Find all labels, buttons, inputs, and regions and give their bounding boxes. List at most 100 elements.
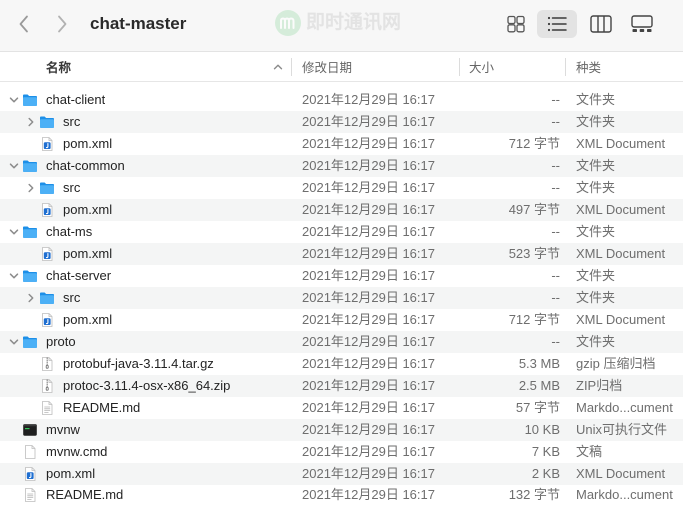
file-size: 7 KB (531, 444, 560, 459)
disclosure-chevron-right-icon[interactable] (25, 116, 37, 128)
file-size: 10 KB (524, 422, 560, 437)
file-name: pom.xml (63, 246, 113, 261)
file-name: README.md (63, 400, 141, 415)
file-kind: Markdo...cument (576, 487, 673, 502)
modified-date: 2021年12月29日 16:17 (302, 356, 435, 371)
modified-date: 2021年12月29日 16:17 (302, 136, 435, 151)
file-kind: Markdo...cument (576, 400, 673, 415)
name-cell: mvnw.cmd (0, 444, 291, 460)
disclosure-chevron-down-icon[interactable] (8, 270, 20, 282)
disclosure-chevron-down-icon[interactable] (8, 160, 20, 172)
column-header-size[interactable]: 大小 (459, 52, 565, 81)
list-row[interactable]: README.md 2021年12月29日 16:17 132 字节 Markdo..… (0, 485, 683, 505)
file-kind: 文件夹 (576, 158, 616, 173)
name-cell: pom.xml (0, 246, 291, 262)
file-kind: Unix可执行文件 (576, 422, 668, 437)
xml-file-icon (22, 466, 38, 482)
modified-date: 2021年12月29日 16:17 (302, 334, 435, 349)
list-row[interactable]: src 2021年12月29日 16:17 -- 文件夹 (0, 177, 683, 199)
file-name: proto (46, 334, 76, 349)
file-kind: gzip 压缩归档 (576, 356, 656, 371)
name-cell: pom.xml (0, 466, 291, 482)
file-size: -- (551, 334, 560, 349)
list-row[interactable]: chat-client 2021年12月29日 16:17 -- 文件夹 (0, 89, 683, 111)
disclosure-chevron-right-icon[interactable] (25, 182, 37, 194)
file-kind: ZIP归档 (576, 378, 623, 393)
list-row[interactable]: pom.xml 2021年12月29日 16:17 523 字节 XML Docume… (0, 243, 683, 265)
disclosure-chevron-down-icon[interactable] (8, 226, 20, 238)
file-size: -- (551, 114, 560, 129)
file-name: chat-client (46, 92, 106, 107)
list-row[interactable]: mvnw 2021年12月29日 16:17 10 KB Unix可执行文件 (0, 419, 683, 441)
icon-view-button[interactable] (496, 10, 536, 38)
list-view-button[interactable] (537, 10, 577, 38)
file-name: mvnw (46, 422, 80, 437)
file-size: 712 字节 (508, 136, 560, 151)
list-row[interactable]: proto 2021年12月29日 16:17 -- 文件夹 (0, 331, 683, 353)
file-size: 2.5 MB (518, 378, 560, 393)
column-header-modified[interactable]: 修改日期 (291, 52, 459, 81)
name-cell: chat-ms (0, 224, 291, 240)
list-row[interactable]: chat-ms 2021年12月29日 16:17 -- 文件夹 (0, 221, 683, 243)
list-row[interactable]: protoc-3.11.4-osx-x86_64.zip 2021年12月29日 … (0, 375, 683, 397)
column-view-button[interactable] (581, 10, 621, 38)
file-kind: 文件夹 (576, 334, 616, 349)
forward-button[interactable] (50, 12, 74, 36)
list-row[interactable]: mvnw.cmd 2021年12月29日 16:17 7 KB 文稿 (0, 441, 683, 463)
watermark-logo: 即时通讯网 (274, 9, 401, 37)
list-row[interactable]: protobuf-java-3.11.4.tar.gz 2021年12月29日 1… (0, 353, 683, 375)
list-row[interactable]: pom.xml 2021年12月29日 16:17 497 字节 XML Docume… (0, 199, 683, 221)
file-size: 497 字节 (508, 202, 560, 217)
folder-icon (22, 334, 38, 350)
list-row[interactable]: pom.xml 2021年12月29日 16:17 712 字节 XML Docume… (0, 309, 683, 331)
disclosure-chevron-down-icon[interactable] (8, 336, 20, 348)
disclosure-chevron-down-icon[interactable] (8, 94, 20, 106)
grid-icon (507, 15, 525, 33)
name-cell: protobuf-java-3.11.4.tar.gz (0, 356, 291, 372)
column-header-kind[interactable]: 种类 (565, 52, 683, 81)
file-kind: 文件夹 (576, 224, 616, 239)
file-size: -- (551, 158, 560, 173)
list-row[interactable]: src 2021年12月29日 16:17 -- 文件夹 (0, 287, 683, 309)
file-name: mvnw.cmd (46, 444, 108, 459)
text-document-icon (22, 487, 38, 503)
name-cell: src (0, 180, 291, 196)
list-row[interactable]: chat-common 2021年12月29日 16:17 -- 文件夹 (0, 155, 683, 177)
file-size: 57 字节 (515, 400, 560, 415)
back-button[interactable] (12, 12, 36, 36)
list-row[interactable]: README.md 2021年12月29日 16:17 57 字节 Markdo...… (0, 397, 683, 419)
modified-date: 2021年12月29日 16:17 (302, 422, 435, 437)
list-row[interactable]: pom.xml 2021年12月29日 16:17 2 KB XML Document (0, 463, 683, 485)
gallery-view-button[interactable] (622, 10, 662, 38)
list-row[interactable]: pom.xml 2021年12月29日 16:17 712 字节 XML Docume… (0, 133, 683, 155)
window-title: chat-master (90, 14, 187, 33)
folder-icon (22, 92, 38, 108)
modified-date: 2021年12月29日 16:17 (302, 444, 435, 459)
name-cell: mvnw (0, 422, 291, 438)
file-size: -- (551, 268, 560, 283)
name-cell: README.md (0, 487, 291, 503)
list-row[interactable]: chat-server 2021年12月29日 16:17 -- 文件夹 (0, 265, 683, 287)
name-cell: src (0, 290, 291, 306)
list-row[interactable]: src 2021年12月29日 16:17 -- 文件夹 (0, 111, 683, 133)
xml-file-icon (39, 136, 55, 152)
column-header-name[interactable]: 名称 (0, 52, 291, 81)
file-name: src (63, 290, 81, 305)
name-cell: README.md (0, 400, 291, 416)
modified-date: 2021年12月29日 16:17 (302, 268, 435, 283)
modified-date: 2021年12月29日 16:17 (302, 400, 435, 415)
disclosure-chevron-right-icon[interactable] (25, 292, 37, 304)
